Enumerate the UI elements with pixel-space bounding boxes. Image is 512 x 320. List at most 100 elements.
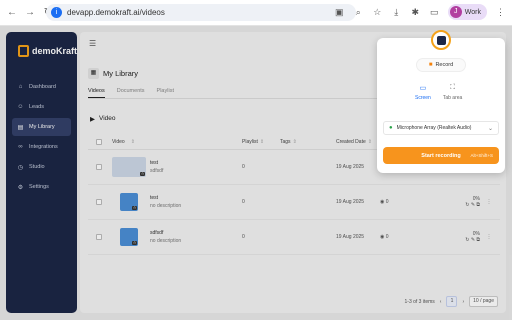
row-actions[interactable]: ↻ ✎ ⧉ <box>465 237 480 243</box>
sidebar-item-integrations[interactable]: ∞ Integrations <box>12 138 71 156</box>
menu-kebab-icon[interactable]: ⋮ <box>495 7 506 18</box>
user-icon: ☺ <box>17 104 24 110</box>
chevron-down-icon: ⌄ <box>487 125 493 132</box>
section-title: Video <box>99 115 116 122</box>
created-date: 19 Aug 2025 <box>336 234 365 240</box>
download-icon[interactable]: ⤓ <box>391 7 402 18</box>
home-icon: ⌂ <box>18 84 23 90</box>
page-title: My Library <box>103 69 139 78</box>
pagination: 1-3 of 3 items ‹ 1 › 10 / page <box>404 296 498 307</box>
back-icon[interactable]: ← <box>6 7 18 19</box>
row-actions[interactable]: ↻ ✎ ⧉ <box>465 202 480 208</box>
brand-name: demoKraft <box>31 46 77 56</box>
col-tags[interactable]: Tags ⇕ <box>280 139 336 145</box>
thumbnail-badge: ⏱ <box>132 206 137 210</box>
sidebar-item-studio[interactable]: ◷ Studio <box>12 158 71 176</box>
thumbnail-badge: ⏱ <box>132 241 137 245</box>
video-description: no description <box>150 238 182 244</box>
next-page-icon[interactable]: › <box>462 299 464 305</box>
video-title[interactable]: test <box>150 195 181 201</box>
library-tabs: Videos Documents Playlist <box>88 88 174 98</box>
profile-avatar: J <box>449 6 462 18</box>
site-info-icon[interactable]: i <box>51 7 62 18</box>
sidebar-item-leads[interactable]: ☺ Leads <box>12 98 71 116</box>
sidebar-item-label: Integrations <box>29 144 58 150</box>
table-row[interactable]: ⏱ sdfsdf no description 0 19 Aug 2025 ◉ … <box>88 220 500 255</box>
created-date: 19 Aug 2025 <box>336 164 365 170</box>
col-created-label: Created Date <box>336 139 366 145</box>
extensions-icon[interactable]: ✱ <box>410 7 421 18</box>
sidebar: demoKraft ⌂ Dashboard ☺ Leads ▤ My Libra… <box>6 32 77 313</box>
collapse-menu-icon[interactable]: ☰ <box>89 39 96 48</box>
views-count: 0 <box>385 199 389 205</box>
cast-icon[interactable]: ▣ <box>334 7 345 18</box>
prev-page-icon[interactable]: ‹ <box>440 299 442 305</box>
row-checkbox[interactable] <box>96 234 102 240</box>
col-playlist-label: Playlist <box>242 139 258 145</box>
video-title[interactable]: sdfsdf <box>150 230 181 236</box>
page-size-select[interactable]: 10 / page <box>469 296 498 307</box>
col-video[interactable]: Video ⇕ <box>112 139 242 145</box>
forward-icon[interactable]: → <box>24 7 36 19</box>
microphone-select[interactable]: ● Microphone Array (Realtek Audio) ⌄ <box>383 121 499 135</box>
video-description: no description <box>150 203 182 209</box>
col-playlist[interactable]: Playlist ⇕ <box>242 139 280 145</box>
start-recording-label: Start recording <box>421 152 461 159</box>
mode-label: Screen <box>415 95 431 101</box>
row-checkbox[interactable] <box>96 199 102 205</box>
microphone-icon: ● <box>389 125 393 131</box>
sidebar-item-label: Settings <box>29 184 49 190</box>
select-all-checkbox[interactable] <box>96 139 102 145</box>
more-options-icon[interactable]: ⋮ <box>480 234 498 240</box>
video-thumbnail[interactable]: ⏱ <box>112 157 146 177</box>
url-text[interactable]: devapp.demokraft.ai/videos <box>67 8 165 17</box>
sidebar-item-label: Dashboard <box>29 84 56 90</box>
video-title[interactable]: test <box>150 160 163 166</box>
start-recording-button[interactable]: Start recording Alt+Shift+S <box>383 147 499 164</box>
table-row[interactable]: ⏱ test no description 0 19 Aug 2025 ◉ 0 … <box>88 185 500 220</box>
row-checkbox[interactable] <box>96 164 102 170</box>
sort-icon: ⇕ <box>259 139 265 145</box>
capture-mode-selector: ▭ Screen ⛶ Tab area <box>415 84 462 101</box>
col-created-date[interactable]: Created Date ⇕ <box>336 139 380 145</box>
zoom-icon[interactable]: ⌕ <box>353 7 364 18</box>
sidebar-item-label: My Library <box>29 124 55 130</box>
library-icon: ▤ <box>17 124 24 131</box>
tab-videos[interactable]: Videos <box>88 88 105 98</box>
profile-button[interactable]: J Work <box>447 4 487 20</box>
link-icon: ∞ <box>18 144 23 150</box>
sidebar-item-settings[interactable]: ⚙ Settings <box>12 178 71 196</box>
brand-logo[interactable]: demoKraft <box>6 32 77 57</box>
video-thumbnail[interactable]: ⏱ <box>120 228 138 246</box>
sort-icon: ⇕ <box>130 139 135 145</box>
sidepanel-icon[interactable]: ▭ <box>429 7 440 18</box>
video-section-icon: ▶ <box>90 116 95 123</box>
current-page-button[interactable]: 1 <box>446 296 458 307</box>
video-description: sdfsdf <box>150 168 164 174</box>
created-date: 19 Aug 2025 <box>336 199 365 205</box>
tab-documents[interactable]: Documents <box>117 88 145 98</box>
crop-area-icon: ⛶ <box>450 84 456 91</box>
sidebar-item-dashboard[interactable]: ⌂ Dashboard <box>12 78 71 96</box>
browser-toolbar: ← → ↻ i devapp.demokraft.ai/videos ▣ ⌕ ☆… <box>0 0 512 26</box>
more-options-icon[interactable]: ⋮ <box>480 199 498 205</box>
playlist-count: 0 <box>242 164 245 170</box>
playlist-count: 0 <box>242 199 245 205</box>
monitor-icon: ▭ <box>419 85 427 92</box>
address-bar[interactable]: i devapp.demokraft.ai/videos <box>46 4 356 21</box>
bookmark-star-icon[interactable]: ☆ <box>372 7 383 18</box>
sort-icon: ⇕ <box>292 139 297 145</box>
sidebar-item-my-library[interactable]: ▤ My Library <box>12 118 71 136</box>
section-header: ▶ Video <box>90 115 116 123</box>
video-thumbnail[interactable]: ⏱ <box>120 193 138 211</box>
mode-tab-area[interactable]: ⛶ Tab area <box>443 84 462 101</box>
tab-playlist[interactable]: Playlist <box>157 88 174 98</box>
sort-icon: ⇕ <box>367 139 372 145</box>
col-video-label: Video <box>112 139 125 145</box>
shortcut-hint: Alt+Shift+S <box>470 153 493 158</box>
microphone-label: Microphone Array (Realtek Audio) <box>396 125 472 131</box>
record-button[interactable]: ■ Record <box>416 58 466 72</box>
mode-screen[interactable]: ▭ Screen <box>415 84 431 101</box>
pagination-range: 1-3 of 3 items <box>404 298 435 305</box>
recorder-logo-icon <box>431 30 451 50</box>
